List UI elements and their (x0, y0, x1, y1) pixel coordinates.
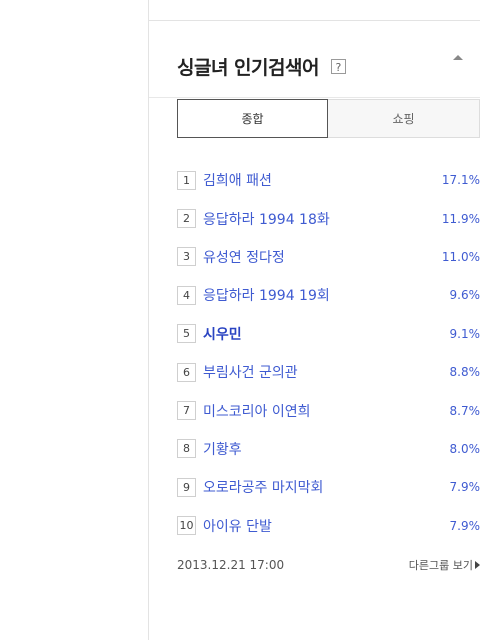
other-groups-label[interactable]: 다른그룹 보기 (409, 557, 473, 573)
keyword-percent: 17.1% (441, 173, 480, 188)
rank-badge: 5 (177, 324, 196, 344)
tab-overall[interactable]: 종합 (177, 99, 328, 138)
keyword-link[interactable]: 아이유 단발 (203, 516, 272, 536)
keyword-percent: 9.6% (449, 288, 480, 303)
other-groups-link[interactable]: 다른그룹 보기 (409, 557, 480, 573)
keyword-row[interactable]: 5 시우민 9.1% (177, 315, 480, 353)
update-timestamp: 2013.12.21 17:00 (177, 558, 285, 572)
keyword-row[interactable]: 3 유성연 정다정 11.0% (177, 238, 480, 276)
keyword-row[interactable]: 10 아이유 단발 7.9% (177, 507, 480, 545)
keyword-row[interactable]: 1 김희애 패션 17.1% (177, 161, 480, 199)
keyword-row[interactable]: 2 응답하라 1994 18화 11.9% (177, 199, 480, 237)
caret-right-icon (475, 561, 480, 569)
keyword-percent: 8.8% (449, 365, 480, 380)
help-icon[interactable]: ? (330, 59, 346, 74)
left-blank-area (0, 0, 148, 640)
keyword-row[interactable]: 8 기황후 8.0% (177, 430, 480, 468)
keyword-link[interactable]: 시우민 (203, 324, 242, 344)
keyword-link[interactable]: 김희애 패션 (203, 170, 272, 190)
keyword-link[interactable]: 미스코리아 이연희 (203, 401, 311, 421)
rank-badge: 1 (177, 170, 196, 190)
tab-shopping[interactable]: 쇼핑 (328, 99, 480, 138)
keyword-row[interactable]: 9 오로라공주 마지막회 7.9% (177, 468, 480, 506)
header-divider (149, 97, 480, 98)
keyword-percent: 7.9% (449, 518, 480, 533)
keyword-row[interactable]: 4 응답하라 1994 19회 9.6% (177, 276, 480, 314)
rank-badge: 4 (177, 285, 196, 305)
rank-badge: 6 (177, 362, 196, 382)
keyword-link[interactable]: 응답하라 1994 19회 (203, 285, 330, 305)
panel-header: 싱글녀 인기검색어 ? (177, 53, 346, 80)
keyword-list: 1 김희애 패션 17.1% 2 응답하라 1994 18화 11.9% 3 유… (177, 161, 480, 545)
keyword-link[interactable]: 응답하라 1994 18화 (203, 209, 330, 229)
keyword-row[interactable]: 6 부림사건 군의관 8.8% (177, 353, 480, 391)
keyword-percent: 11.0% (441, 249, 480, 264)
keyword-link[interactable]: 오로라공주 마지막회 (203, 477, 323, 497)
keyword-link[interactable]: 부림사건 군의관 (203, 362, 298, 382)
rank-badge: 7 (177, 401, 196, 421)
keyword-percent: 11.9% (441, 211, 480, 226)
rank-badge: 3 (177, 247, 196, 267)
keyword-percent: 8.0% (449, 441, 480, 456)
panel-title: 싱글녀 인기검색어 (177, 57, 319, 79)
rank-badge: 2 (177, 209, 196, 229)
keyword-link[interactable]: 기황후 (203, 439, 242, 459)
keyword-link[interactable]: 유성연 정다정 (203, 247, 285, 267)
collapse-caret-icon[interactable] (453, 55, 463, 60)
keyword-row[interactable]: 7 미스코리아 이연희 8.7% (177, 391, 480, 429)
rank-badge: 10 (177, 516, 196, 536)
rank-badge: 9 (177, 477, 196, 497)
panel-footer: 2013.12.21 17:00 다른그룹 보기 (177, 557, 480, 573)
keyword-percent: 7.9% (449, 480, 480, 495)
category-tabs: 종합 쇼핑 (177, 99, 480, 138)
keyword-percent: 8.7% (449, 403, 480, 418)
keyword-percent: 9.1% (449, 326, 480, 341)
rank-badge: 8 (177, 439, 196, 459)
popular-search-panel: 싱글녀 인기검색어 ? 종합 쇼핑 1 김희애 패션 17.1% 2 응답하라 … (149, 21, 480, 640)
